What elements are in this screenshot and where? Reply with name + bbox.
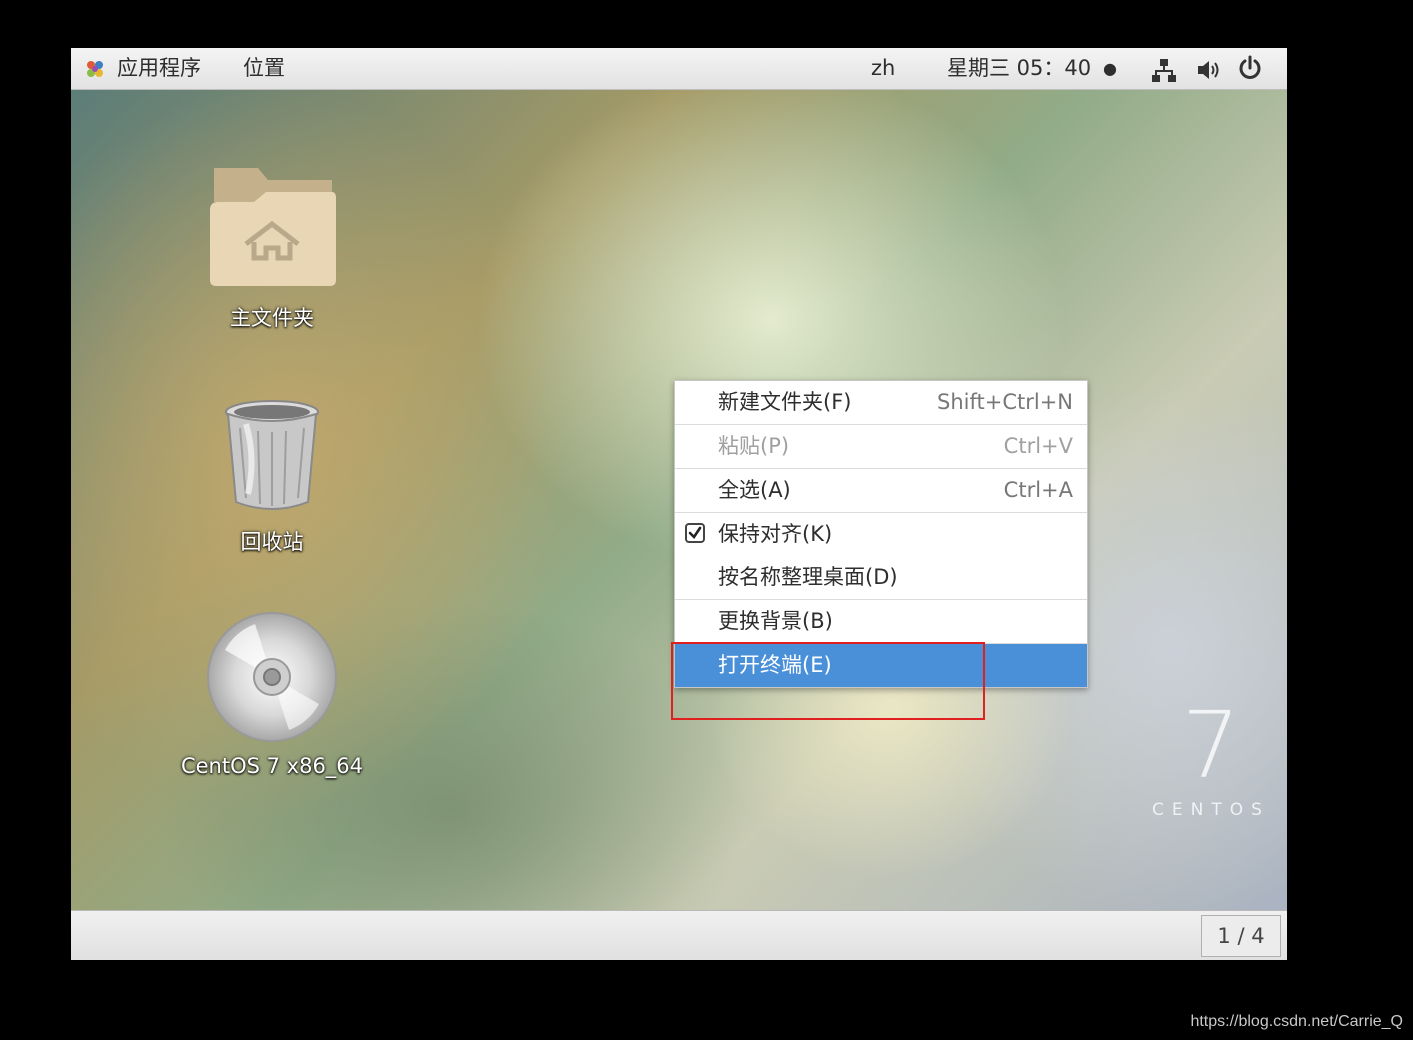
home-folder-icon xyxy=(206,168,338,296)
menu-item-label: 新建文件夹(F) xyxy=(718,390,852,414)
centos-logo: 7 CENTOS xyxy=(1151,692,1271,821)
menu-item-change-background[interactable]: 更换背景(B) xyxy=(675,600,1087,644)
menu-item-accelerator: Ctrl+A xyxy=(1003,478,1073,502)
menu-item-new-folder[interactable]: 新建文件夹(F) Shift+Ctrl+N xyxy=(675,381,1087,425)
workspace-switcher[interactable]: 1 / 4 xyxy=(1201,915,1281,957)
applications-menu[interactable]: 应用程序 xyxy=(117,48,201,89)
cdrom-icon xyxy=(205,612,339,748)
desktop-icon-label: CentOS 7 x86_64 xyxy=(180,754,364,778)
trash-shortcut[interactable]: 回收站 xyxy=(152,398,392,556)
menu-item-accelerator: Ctrl+V xyxy=(1003,434,1073,458)
bottom-bar: 1 / 4 xyxy=(71,910,1287,960)
gnome-apps-icon[interactable] xyxy=(83,48,107,89)
menu-item-label: 粘贴(P) xyxy=(718,434,790,458)
desktop-icon-label: 主文件夹 xyxy=(230,306,314,330)
menu-item-label: 保持对齐(K) xyxy=(718,522,833,546)
watermark: https://blog.csdn.net/Carrie_Q xyxy=(1190,1013,1403,1030)
menu-item-label: 更换背景(B) xyxy=(718,609,833,633)
menu-item-paste: 粘贴(P) Ctrl+V xyxy=(675,425,1087,469)
clock[interactable]: 星期三 05：40 xyxy=(947,48,1091,89)
centos-logo-seven: 7 xyxy=(1181,692,1241,799)
annotation-highlight-box xyxy=(671,642,985,720)
menu-item-label: 按名称整理桌面(D) xyxy=(718,565,898,589)
places-menu[interactable]: 位置 xyxy=(243,48,285,89)
menu-item-organize-by-name[interactable]: 按名称整理桌面(D) xyxy=(675,556,1087,600)
menu-item-accelerator: Shift+Ctrl+N xyxy=(937,390,1073,414)
vm-screen: 应用程序 位置 zh 星期三 05：40 ● 主文件夹 回收站 CentOS 7… xyxy=(71,48,1287,960)
centos-logo-text: CENTOS xyxy=(1152,800,1270,820)
desktop-icon-label: 回收站 xyxy=(240,530,304,554)
menu-item-select-all[interactable]: 全选(A) Ctrl+A xyxy=(675,469,1087,513)
input-method-indicator[interactable]: zh xyxy=(871,48,895,89)
checkbox-checked-icon xyxy=(685,523,705,543)
home-folder-shortcut[interactable]: 主文件夹 xyxy=(152,162,392,332)
notification-dot: ● xyxy=(1103,59,1117,78)
desktop[interactable]: 主文件夹 回收站 CentOS 7 x86_64 7 CENTOS 新建文件夹(… xyxy=(71,90,1287,910)
menu-item-label: 全选(A) xyxy=(718,478,791,502)
cdrom-shortcut[interactable]: CentOS 7 x86_64 xyxy=(152,610,392,778)
top-bar: 应用程序 位置 zh 星期三 05：40 ● xyxy=(71,48,1287,90)
trash-icon xyxy=(222,400,322,520)
menu-item-keep-aligned[interactable]: 保持对齐(K) xyxy=(675,513,1087,556)
